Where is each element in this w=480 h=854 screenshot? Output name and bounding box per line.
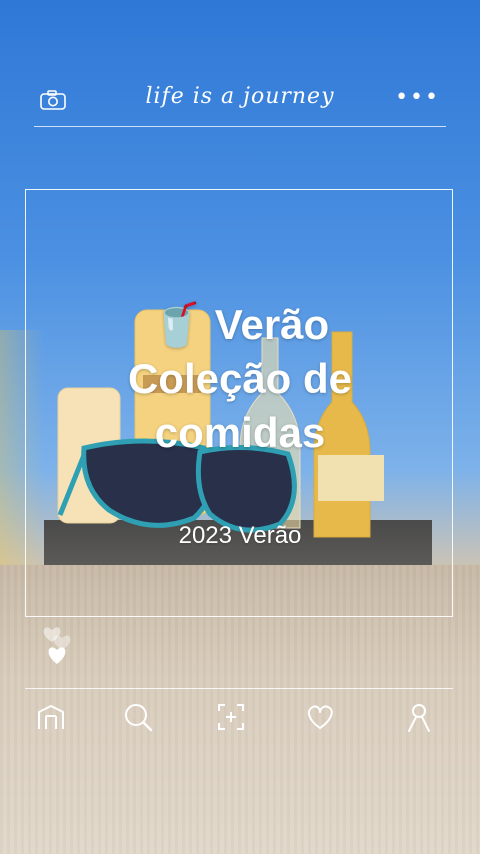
post-subtitle: 2023 Verão: [178, 522, 302, 549]
drink-emoji-icon: 🥤: [150, 301, 204, 348]
brand-title: life is a journey: [145, 84, 335, 109]
title-line-2: Coleção de: [127, 355, 353, 402]
search-icon[interactable]: [122, 701, 154, 733]
home-icon[interactable]: [35, 701, 67, 733]
title-season: Verão: [214, 301, 330, 348]
likes-icon[interactable]: [304, 701, 336, 733]
add-post-icon[interactable]: [215, 701, 247, 733]
header-bar: life is a journey •••: [34, 78, 446, 127]
post-title: 🥤 Verão Coleção de comidas: [60, 298, 420, 460]
more-dots-icon[interactable]: •••: [395, 87, 440, 109]
title-line-1: 🥤 Verão: [60, 298, 420, 352]
title-line-3: comidas: [154, 409, 326, 456]
heart-icon[interactable]: [40, 610, 80, 670]
bottom-nav: [25, 688, 453, 747]
profile-icon[interactable]: [403, 701, 435, 733]
